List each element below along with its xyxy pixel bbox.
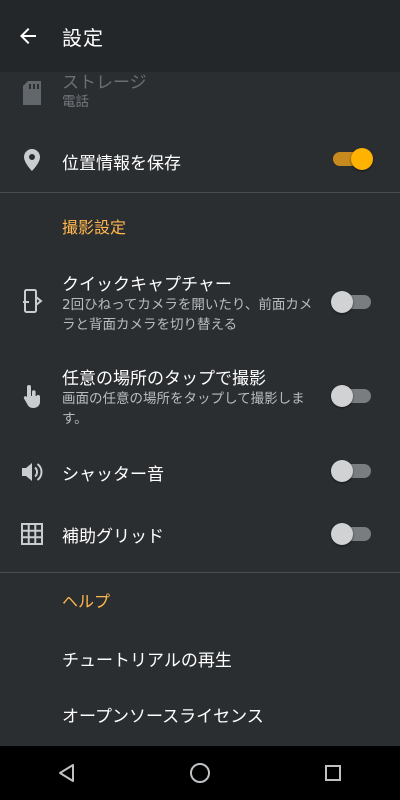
storage-setting[interactable]: ストレージ 電話 xyxy=(0,72,400,122)
capture-section: 撮影設定 xyxy=(0,194,400,254)
quick-capture-title: クイックキャプチャー xyxy=(62,275,232,295)
system-nav-bar xyxy=(0,746,400,800)
help-item-label: チュートリアルの再生 xyxy=(62,651,232,671)
help-item-label: オープンソースライセンス xyxy=(62,707,264,727)
shutter-sound-toggle[interactable] xyxy=(331,460,373,482)
arrow-left-icon xyxy=(20,28,36,44)
nav-recents-square-icon xyxy=(325,765,342,781)
settings-screen: 設定 ストレージ 電話 位置情報を保存 撮影設定 クイックキャプチャー 2回ひね… xyxy=(0,0,400,800)
section-header-help: ヘルプ xyxy=(62,592,111,611)
tap-anywhere-toggle[interactable] xyxy=(331,385,373,407)
help-section: ヘルプ xyxy=(0,568,400,628)
app-bar: 設定 xyxy=(0,0,400,72)
assist-grid-toggle[interactable] xyxy=(331,523,373,545)
help-item-tutorial[interactable]: チュートリアルの再生 xyxy=(0,628,400,684)
shutter-sound-setting[interactable]: シャッター音 xyxy=(0,442,400,502)
grid-icon xyxy=(16,518,48,550)
phone-twist-icon xyxy=(16,286,48,318)
divider xyxy=(0,192,400,193)
tap-anywhere-title: 任意の場所のタップで撮影 xyxy=(62,369,266,389)
nav-recents-button[interactable] xyxy=(303,746,363,800)
nav-back-button[interactable] xyxy=(37,746,97,800)
quick-capture-summary: 2回ひねってカメラを開いたり、前面カメラと背面カメラを切り替える xyxy=(62,297,313,333)
page-title: 設定 xyxy=(62,25,104,50)
assist-grid-setting[interactable]: 補助グリッド xyxy=(0,502,400,568)
storage-summary: 電話 xyxy=(62,94,89,110)
settings-list: ストレージ 電話 位置情報を保存 撮影設定 クイックキャプチャー 2回ひねってカ… xyxy=(0,72,400,740)
quick-capture-setting[interactable]: クイックキャプチャー 2回ひねってカメラを開いたり、前面カメラと背面カメラを切り… xyxy=(0,254,400,348)
sd-card-icon xyxy=(16,77,48,109)
tap-anywhere-summary: 画面の任意の場所をタップして撮影します。 xyxy=(62,391,305,427)
back-button[interactable] xyxy=(0,0,56,72)
location-setting[interactable]: 位置情報を保存 xyxy=(0,122,400,194)
nav-back-triangle-icon xyxy=(58,764,74,782)
location-pin-icon xyxy=(16,144,48,176)
nav-home-button[interactable] xyxy=(170,746,230,800)
tap-anywhere-setting[interactable]: 任意の場所のタップで撮影 画面の任意の場所をタップして撮影します。 xyxy=(0,348,400,442)
nav-home-circle-icon xyxy=(189,763,210,783)
location-toggle[interactable] xyxy=(331,148,373,170)
section-header-capture: 撮影設定 xyxy=(62,218,127,237)
touch-hand-icon xyxy=(16,380,48,412)
help-item-licenses[interactable]: オープンソースライセンス xyxy=(0,684,400,740)
assist-grid-title: 補助グリッド xyxy=(62,527,164,547)
storage-title: ストレージ xyxy=(62,73,147,93)
location-title: 位置情報を保存 xyxy=(62,154,181,174)
speaker-icon xyxy=(16,456,48,488)
quick-capture-toggle[interactable] xyxy=(331,291,373,313)
shutter-sound-title: シャッター音 xyxy=(62,465,164,485)
